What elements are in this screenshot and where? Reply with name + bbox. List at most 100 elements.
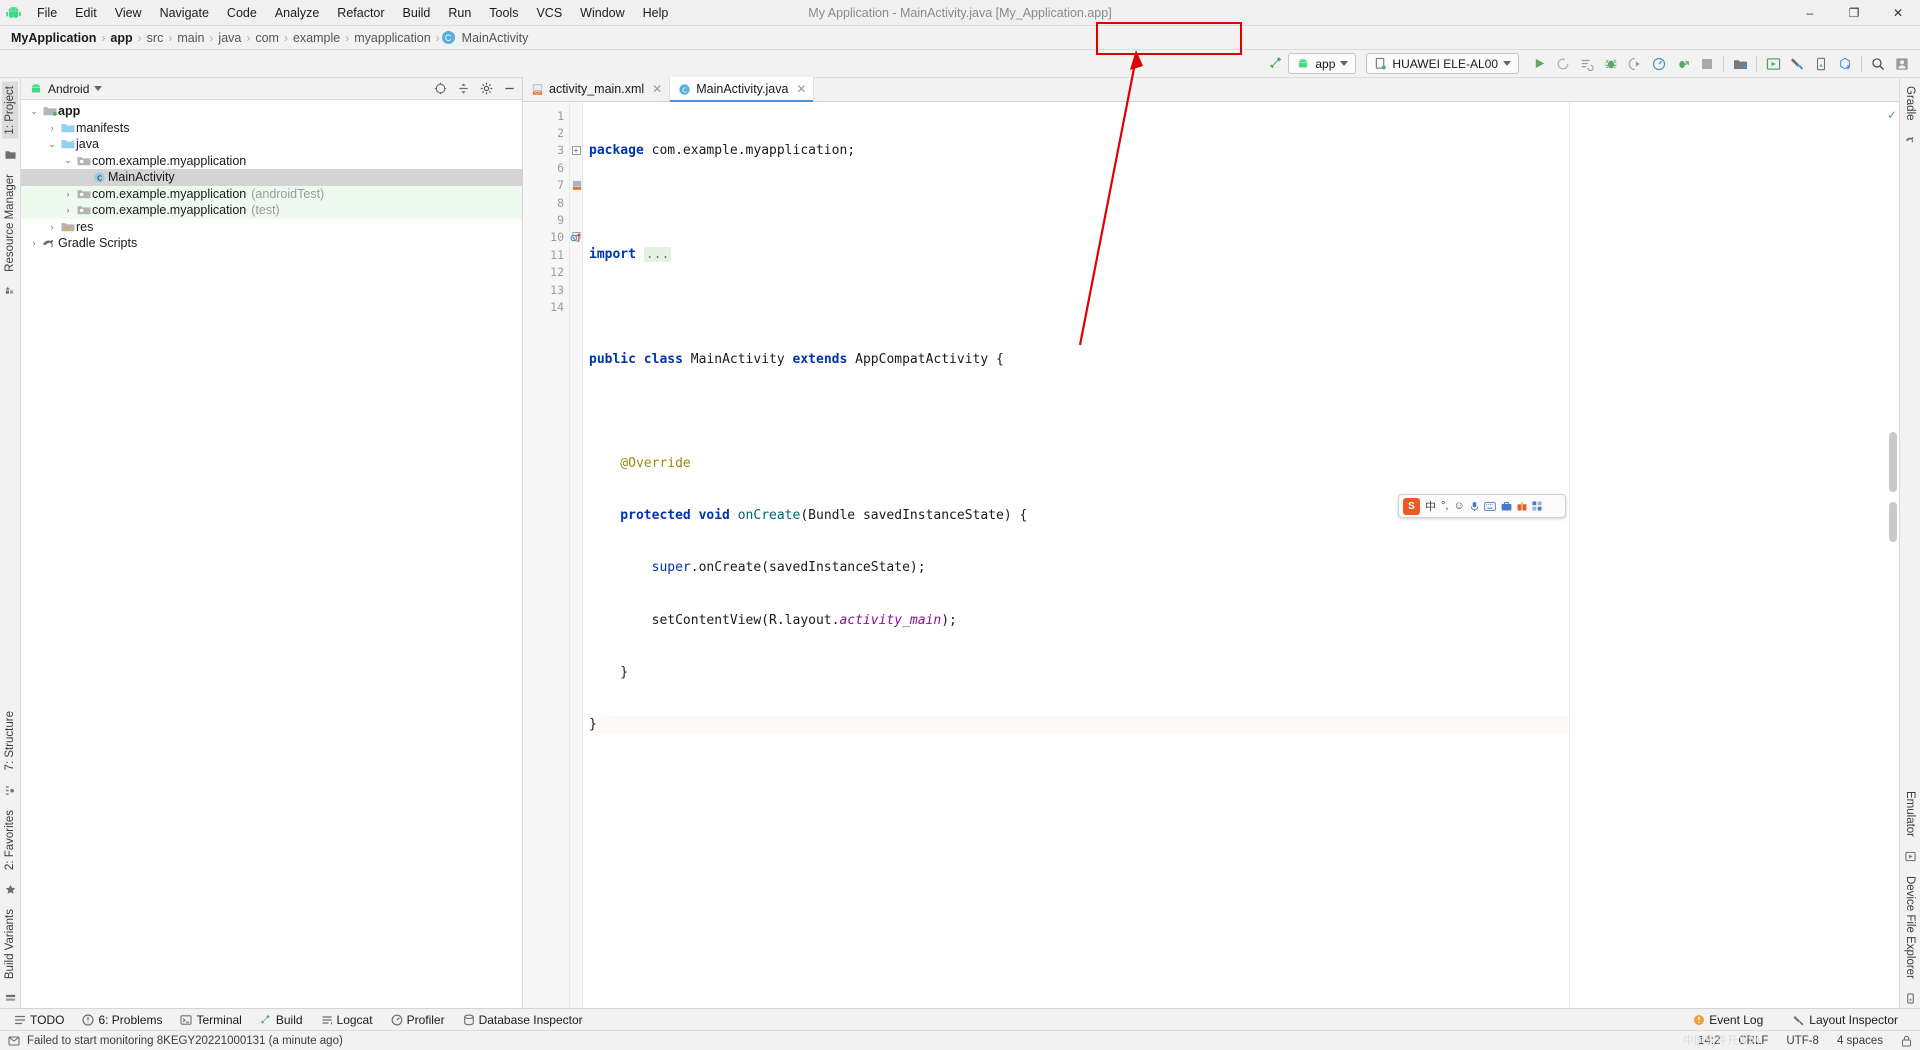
sidebar-item-device-file-explorer[interactable]: Device File Explorer <box>1902 872 1918 983</box>
keyboard-icon[interactable] <box>1483 501 1496 511</box>
sidebar-item-emulator[interactable]: Emulator <box>1902 787 1918 841</box>
stop-icon[interactable] <box>1695 52 1719 76</box>
bottom-tab-database-inspector[interactable]: Database Inspector <box>455 1011 591 1029</box>
tree-item-package-androidtest[interactable]: › com.example.myapplication (androidTest… <box>21 185 522 202</box>
bottom-tab-layout-inspector[interactable]: Layout Inspector <box>1785 1011 1906 1029</box>
chevron-right-icon[interactable]: › <box>45 222 59 232</box>
minimize-button[interactable]: – <box>1788 0 1832 26</box>
editor-scrollbar-secondary[interactable] <box>1889 502 1897 542</box>
bottom-tab-todo[interactable]: TODO <box>6 1011 72 1029</box>
editor-tabs[interactable]: <> activity_main.xml ✕ C MainActivity.ja… <box>523 77 1899 102</box>
bottom-tab-build[interactable]: Build <box>252 1011 311 1029</box>
voice-icon[interactable] <box>1470 501 1479 512</box>
menu-run[interactable]: Run <box>439 3 480 23</box>
tree-item-manifests[interactable]: › manifests <box>21 120 522 137</box>
chevron-down-icon[interactable]: ⌄ <box>27 106 41 117</box>
editor-gutter[interactable]: 1 2 3 6 7 8 9 10 11 12 13 14 <box>523 102 582 1008</box>
project-tree[interactable]: ⌄ app › manifests ⌄ java ⌄ com.example.m… <box>21 100 522 1008</box>
override-method-icon[interactable] <box>570 232 583 243</box>
emoji-icon[interactable]: ☺ <box>1453 500 1464 512</box>
status-message[interactable]: Failed to start monitoring 8KEGY20221000… <box>27 1035 343 1047</box>
menu-tools[interactable]: Tools <box>480 3 527 23</box>
tab-activity-main-xml[interactable]: <> activity_main.xml ✕ <box>523 77 671 101</box>
menu-file[interactable]: File <box>28 3 66 23</box>
inspection-status-icon[interactable]: ✓ <box>1887 108 1897 122</box>
indent-setting[interactable]: 4 spaces <box>1837 1035 1883 1047</box>
account-icon[interactable] <box>1890 52 1914 76</box>
breadcrumb-myapplication[interactable]: myapplication <box>351 31 433 45</box>
menu-navigate[interactable]: Navigate <box>151 3 218 23</box>
notification-icon[interactable] <box>8 1035 20 1047</box>
window-controls[interactable]: – ❐ ✕ <box>1788 0 1920 26</box>
bottom-tab-terminal[interactable]: Terminal <box>172 1011 249 1029</box>
editor-scrollbar[interactable] <box>1889 432 1897 492</box>
sidebar-item-project[interactable]: 1: Project <box>2 82 18 139</box>
tree-item-res[interactable]: › res <box>21 219 522 236</box>
breadcrumb-src[interactable]: src <box>144 31 167 45</box>
menu-window[interactable]: Window <box>571 3 633 23</box>
code-editor[interactable]: 1 2 3 6 7 8 9 10 11 12 13 14 + package c… <box>523 102 1899 1008</box>
main-menu[interactable]: File Edit View Navigate Code Analyze Ref… <box>28 3 677 23</box>
maximize-button[interactable]: ❐ <box>1832 0 1876 26</box>
chevron-right-icon[interactable]: › <box>61 205 75 215</box>
search-icon[interactable] <box>1866 52 1890 76</box>
breadcrumb-project[interactable]: MyApplication <box>8 31 99 45</box>
bottom-tab-event-log[interactable]: Event Log <box>1685 1011 1771 1029</box>
folded-imports-placeholder[interactable]: ... <box>643 247 672 263</box>
tree-item-package-main[interactable]: ⌄ com.example.myapplication <box>21 153 522 170</box>
sidebar-item-favorites[interactable]: 2: Favorites <box>2 806 18 874</box>
bottom-tab-profiler[interactable]: Profiler <box>383 1011 453 1029</box>
bottom-tab-logcat[interactable]: Logcat <box>313 1011 381 1029</box>
sidebar-item-build-variants[interactable]: Build Variants <box>2 905 18 983</box>
build-hammer-icon[interactable] <box>1264 52 1288 76</box>
toolbox-icon[interactable] <box>1501 501 1512 511</box>
bottom-tab-problems[interactable]: 6: Problems <box>74 1011 170 1029</box>
menu-view[interactable]: View <box>106 3 151 23</box>
tree-item-gradle-scripts[interactable]: › Gradle Scripts <box>21 235 522 252</box>
chevron-right-icon[interactable]: › <box>45 123 59 133</box>
run-configuration-selector[interactable]: app <box>1288 53 1357 74</box>
close-icon[interactable]: ✕ <box>652 82 662 96</box>
menu-refactor[interactable]: Refactor <box>328 3 393 23</box>
sdk-manager-icon[interactable] <box>1728 52 1752 76</box>
breadcrumb-example[interactable]: example <box>290 31 343 45</box>
device-manager-icon[interactable] <box>1809 52 1833 76</box>
fold-expand-imports[interactable]: + <box>570 142 582 159</box>
breadcrumb-mainactivity[interactable]: MainActivity <box>459 31 532 45</box>
chevron-down-icon[interactable]: ⌄ <box>45 139 59 150</box>
chevron-down-icon[interactable] <box>94 86 103 91</box>
code-text[interactable]: package com.example.myapplication; impor… <box>583 102 1569 1008</box>
profiler-icon[interactable] <box>1647 52 1671 76</box>
apply-changes-icon[interactable] <box>1575 52 1599 76</box>
tree-item-mainactivity[interactable]: · C MainActivity <box>21 169 522 186</box>
chevron-right-icon[interactable]: › <box>61 189 75 199</box>
project-view-selector[interactable]: Android <box>48 82 89 96</box>
breadcrumb-java[interactable]: java <box>215 31 244 45</box>
grid-icon[interactable] <box>1532 501 1542 511</box>
menu-code[interactable]: Code <box>218 3 266 23</box>
rerun-icon[interactable] <box>1551 52 1575 76</box>
layout-relation-icon[interactable] <box>572 180 583 191</box>
tree-item-java[interactable]: ⌄ java <box>21 136 522 153</box>
device-selector[interactable]: HUAWEI ELE-AL00 <box>1366 53 1519 74</box>
settings-gear-icon[interactable] <box>477 80 495 98</box>
gift-icon[interactable] <box>1517 501 1527 511</box>
close-icon[interactable]: ✕ <box>796 82 806 96</box>
menu-help[interactable]: Help <box>634 3 678 23</box>
sidebar-item-resource-manager[interactable]: Resource Manager <box>2 170 18 276</box>
select-opened-file-icon[interactable] <box>431 80 449 98</box>
ime-toolbar[interactable]: S 中 °, ☺ <box>1398 494 1566 518</box>
sogou-logo-icon[interactable]: S <box>1403 497 1420 515</box>
breadcrumb-module[interactable]: app <box>107 31 135 45</box>
collapse-all-icon[interactable] <box>454 80 472 98</box>
sidebar-item-structure[interactable]: 7: Structure <box>2 707 18 774</box>
attach-debugger-icon[interactable] <box>1671 52 1695 76</box>
debug-icon[interactable] <box>1599 52 1623 76</box>
hide-panel-icon[interactable] <box>500 80 518 98</box>
sync-gradle-icon[interactable] <box>1833 52 1857 76</box>
avd-manager-icon[interactable] <box>1761 52 1785 76</box>
tree-item-package-test[interactable]: › com.example.myapplication (test) <box>21 202 522 219</box>
chevron-right-icon[interactable]: › <box>27 238 41 248</box>
layout-inspector-icon[interactable] <box>1785 52 1809 76</box>
run-icon[interactable] <box>1527 52 1551 76</box>
